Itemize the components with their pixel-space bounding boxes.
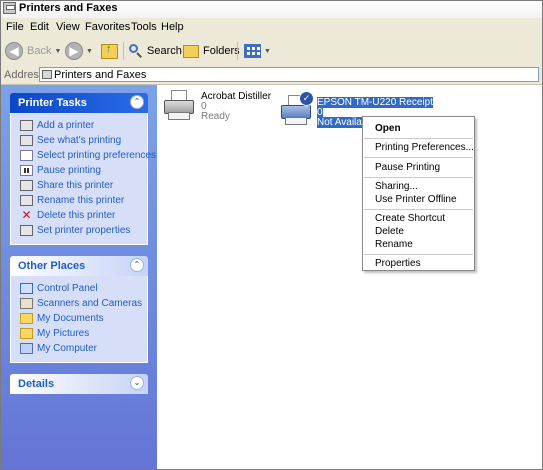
folders-label: Folders (203, 45, 240, 57)
forward-arrow-icon: ▶ (65, 42, 83, 60)
printer-tasks-title: Printer Tasks (18, 97, 87, 109)
toolbar-separator (237, 42, 238, 60)
forward-button[interactable]: ▶ ▼ (65, 40, 93, 62)
chevron-down-icon: ▼ (86, 47, 93, 55)
search-icon (129, 44, 143, 58)
task-pause-printing[interactable]: Pause printing (20, 163, 147, 178)
menu-bar: File Edit View Favorites Tools Help (1, 18, 542, 37)
folder-icon (20, 313, 33, 324)
menu-separator (364, 177, 473, 178)
task-delete-printer[interactable]: ✕ Delete this printer (20, 208, 147, 223)
computer-icon (20, 343, 33, 354)
search-button[interactable]: Search (129, 40, 182, 62)
collapse-icon[interactable]: ⌃ (130, 95, 144, 109)
views-button[interactable]: ▼ (244, 40, 271, 62)
menu-separator (364, 209, 473, 210)
place-scanners-cameras[interactable]: Scanners and Cameras (20, 296, 147, 311)
printers-view: Acrobat Distiller 0 Ready ✓ EPSON TM-U22… (158, 85, 542, 469)
printer-icon (164, 90, 194, 122)
menu-edit[interactable]: Edit (30, 21, 49, 33)
place-control-panel[interactable]: Control Panel (20, 281, 147, 296)
menu-sharing[interactable]: Sharing... (375, 181, 418, 192)
chevron-down-icon: ▼ (54, 47, 62, 55)
add-printer-icon (20, 120, 33, 131)
folders-button[interactable]: Folders (183, 40, 240, 62)
title-bar[interactable]: Printers and Faxes (1, 1, 542, 18)
place-my-documents[interactable]: My Documents (20, 311, 147, 326)
menu-use-offline[interactable]: Use Printer Offline (375, 194, 457, 205)
back-button[interactable]: ◀ Back ▼ (5, 40, 61, 62)
menu-file[interactable]: File (6, 21, 24, 33)
menu-open[interactable]: Open (375, 123, 401, 134)
back-label: Back (27, 45, 52, 57)
views-icon (244, 44, 261, 58)
printer-status: Ready (201, 111, 230, 122)
printer-tasks-list: Add a printer See what's printing Select… (10, 113, 156, 245)
chevron-down-icon: ▼ (264, 47, 271, 55)
preferences-icon (20, 150, 33, 161)
menu-delete[interactable]: Delete (375, 226, 404, 237)
up-folder-button[interactable]: ↑ (101, 40, 118, 62)
other-places-panel: Other Places ⌃ Control Panel Scanners an… (10, 256, 148, 363)
menu-pause-printing[interactable]: Pause Printing (375, 162, 440, 173)
details-header[interactable]: Details ⌄ (10, 374, 148, 394)
task-see-printing[interactable]: See what's printing (20, 133, 147, 148)
back-arrow-icon: ◀ (5, 42, 23, 60)
address-bar: Address Printers and Faxes (1, 66, 542, 85)
printer-name: EPSON TM-U220 Receipt (317, 97, 433, 108)
toolbar-separator (123, 42, 124, 60)
pictures-folder-icon (20, 328, 33, 339)
task-rename-printer[interactable]: Rename this printer (20, 193, 147, 208)
task-printing-preferences[interactable]: Select printing preferences (20, 148, 156, 163)
explorer-window: Printers and Faxes File Edit View Favori… (0, 0, 543, 470)
menu-view[interactable]: View (56, 21, 80, 33)
task-share-printer[interactable]: Share this printer (20, 178, 147, 193)
menu-tools[interactable]: Tools (131, 21, 157, 33)
printer-name: Acrobat Distiller (201, 91, 272, 102)
printer-folder-icon (42, 70, 52, 79)
menu-favorites[interactable]: Favorites (85, 21, 130, 33)
address-input[interactable]: Printers and Faxes (39, 67, 539, 82)
menu-separator (364, 138, 473, 139)
printer-tasks-panel: Printer Tasks ⌃ Add a printer See what's… (10, 93, 156, 245)
details-title: Details (18, 378, 55, 390)
folders-icon (183, 44, 199, 58)
menu-rename[interactable]: Rename (375, 239, 413, 250)
collapse-icon[interactable]: ⌃ (130, 258, 144, 272)
menu-properties[interactable]: Properties (375, 258, 421, 269)
address-value: Printers and Faxes (54, 69, 147, 81)
task-pane: Printer Tasks ⌃ Add a printer See what's… (1, 85, 157, 469)
other-places-list: Control Panel Scanners and Cameras My Do… (10, 276, 148, 363)
toolbar: ◀ Back ▼ ▶ ▼ ↑ Search Folders ▼ (1, 36, 542, 67)
task-printer-properties[interactable]: Set printer properties (20, 223, 147, 238)
other-places-header[interactable]: Other Places ⌃ (10, 256, 148, 276)
expand-icon[interactable]: ⌄ (130, 376, 144, 390)
menu-printing-preferences[interactable]: Printing Preferences... (375, 142, 474, 153)
place-my-computer[interactable]: My Computer (20, 341, 147, 356)
task-add-printer[interactable]: Add a printer (20, 118, 147, 133)
scanner-icon (20, 298, 33, 309)
menu-create-shortcut[interactable]: Create Shortcut (375, 213, 445, 224)
place-my-pictures[interactable]: My Pictures (20, 326, 147, 341)
default-printer-check-icon: ✓ (299, 91, 314, 106)
rename-icon (20, 195, 33, 206)
delete-icon: ✕ (21, 208, 32, 222)
menu-help[interactable]: Help (161, 21, 184, 33)
menu-separator (364, 254, 473, 255)
printer-icon: ✓ (281, 91, 314, 127)
printer-tasks-header[interactable]: Printer Tasks ⌃ (10, 93, 148, 113)
print-queue-icon (20, 135, 33, 146)
up-folder-icon: ↑ (101, 43, 118, 59)
search-label: Search (147, 45, 182, 57)
share-icon (20, 180, 33, 191)
printer-folder-icon (3, 2, 16, 14)
menu-separator (364, 157, 473, 158)
control-panel-icon (20, 283, 33, 294)
other-places-title: Other Places (18, 260, 86, 272)
pause-icon (20, 165, 33, 176)
context-menu: Open Printing Preferences... Pause Print… (362, 116, 475, 271)
window-title: Printers and Faxes (19, 2, 118, 14)
properties-icon (20, 225, 33, 236)
details-panel: Details ⌄ (10, 374, 148, 394)
